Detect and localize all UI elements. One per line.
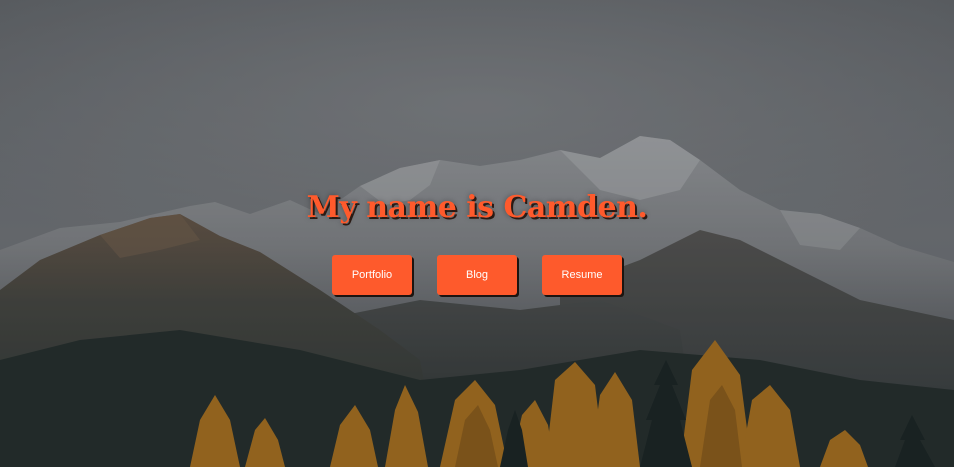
blog-button[interactable]: Blog <box>437 255 517 295</box>
hero-heading: My name is Camden. <box>306 190 648 225</box>
hero-section: My name is Camden. Portfolio Blog Resume <box>0 0 954 467</box>
hero-content: My name is Camden. Portfolio Blog Resume <box>0 0 954 467</box>
portfolio-button[interactable]: Portfolio <box>332 255 412 295</box>
resume-button[interactable]: Resume <box>542 255 622 295</box>
nav-buttons: Portfolio Blog Resume <box>0 255 954 295</box>
